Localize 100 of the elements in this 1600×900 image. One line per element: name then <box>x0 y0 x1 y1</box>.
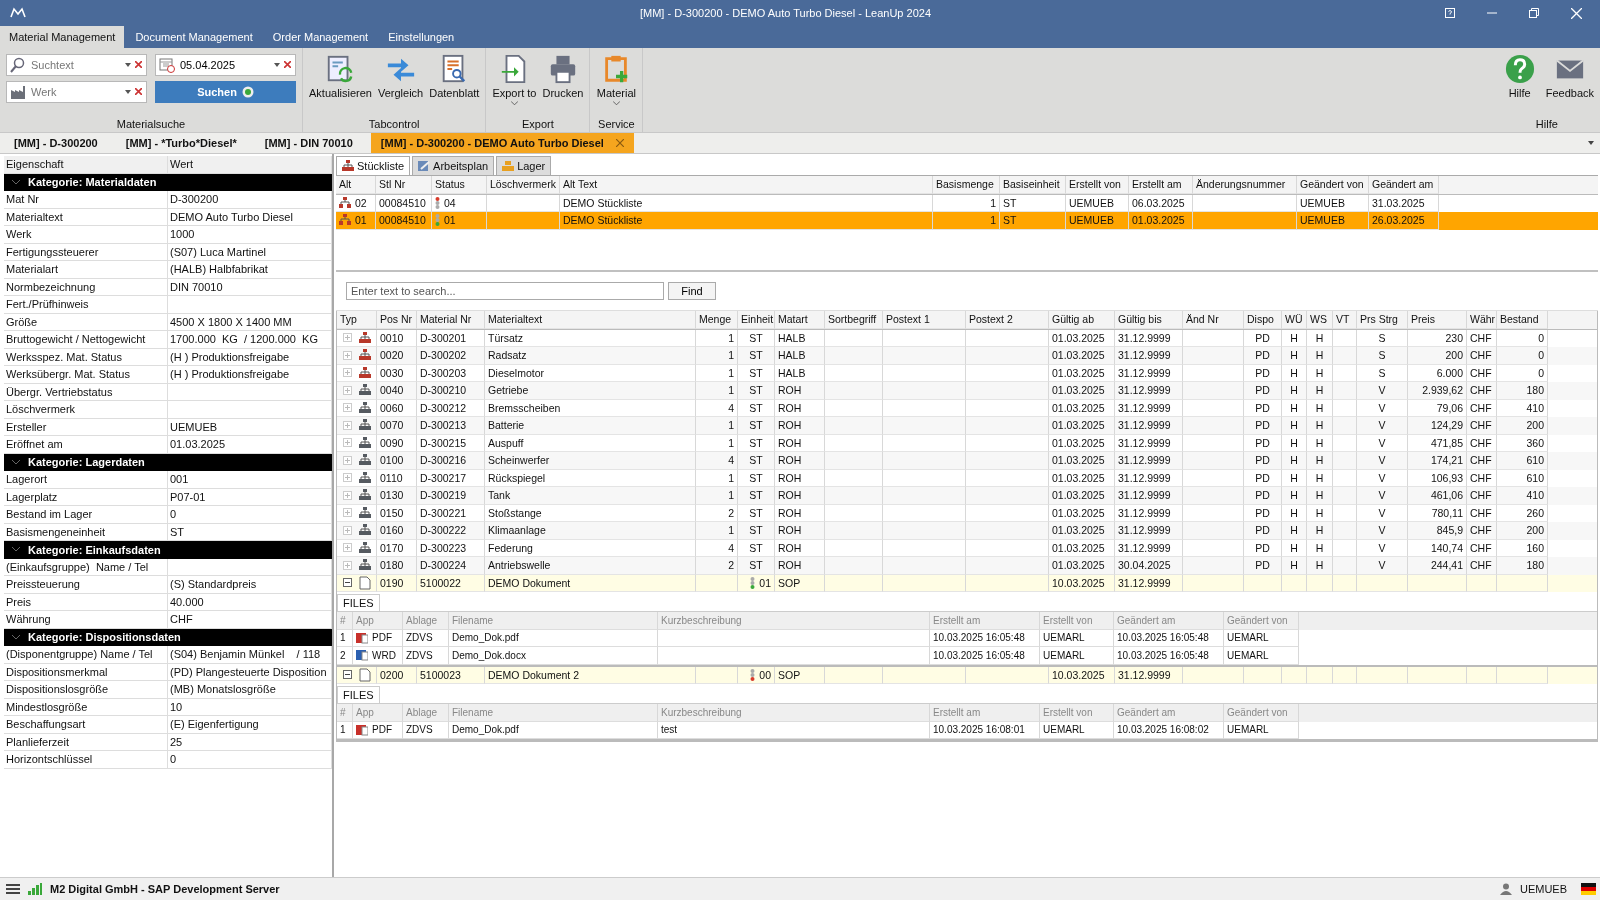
property-label: Bestand im Lager <box>4 506 168 523</box>
table-cell <box>825 417 883 435</box>
column-header: Postext 2 <box>966 311 1049 329</box>
table-cell <box>1333 666 1357 684</box>
column-header: Wert <box>168 156 332 173</box>
table-cell: 2 <box>337 647 353 665</box>
property-label: Ersteller <box>4 418 168 435</box>
date-field[interactable]: 05.04.2025 <box>155 54 296 76</box>
sub-tab[interactable]: Stückliste <box>336 156 411 175</box>
table-cell: 0190 <box>377 574 417 592</box>
chevron-icon[interactable] <box>12 179 20 185</box>
window-title: [MM] - D-300200 - DEMO Auto Turbo Diesel - LeanUp 2024 <box>639 7 932 19</box>
table-cell: 0040 <box>377 382 417 400</box>
table-cell: 01.03.2025 <box>1049 522 1115 540</box>
table-cell <box>825 347 883 365</box>
table-row[interactable]: 01 00084510 01 DEMO Stückliste 1 ST UEMUEB 01.03.2025 UEMUEB 26.03.2025 <box>336 212 1598 230</box>
expand-toggle-icon[interactable] <box>343 578 352 588</box>
ribbon-tab[interactable]: Material Management <box>0 26 125 48</box>
table-cell <box>1467 574 1497 592</box>
menu-icon[interactable] <box>6 883 20 895</box>
property-value: ST <box>168 523 332 540</box>
table-cell: D-300202 <box>417 347 485 365</box>
caret-icon[interactable] <box>125 63 131 67</box>
property-value: (S) Standardpreis <box>168 576 332 593</box>
column-header: Geändert am <box>1114 704 1224 722</box>
table-cell: H <box>1307 522 1333 540</box>
table-cell <box>825 487 883 505</box>
ribbon-button[interactable]: Vergleich <box>376 52 426 101</box>
document-tab[interactable]: [MM] - *Turbo*Diesel* <box>115 133 247 153</box>
document-tab[interactable]: [MM] - D-300200 - DEMO Auto Turbo Diesel <box>370 133 634 153</box>
ribbon-button[interactable]: Aktualisieren <box>307 52 374 101</box>
document-tab[interactable]: [MM] - D-300200 <box>4 133 108 153</box>
find-field[interactable]: Enter text to search... <box>346 282 664 300</box>
table-cell: 0180 <box>377 557 417 575</box>
property-value: D-300200 <box>168 191 332 208</box>
chevron-icon[interactable] <box>12 459 20 465</box>
files-tab[interactable]: FILES <box>337 594 380 611</box>
ribbon-button[interactable]: Drucken <box>540 52 586 108</box>
property-label: Eröffnet am <box>4 436 168 453</box>
boxes-icon <box>502 160 515 172</box>
ribbon-tab[interactable]: Document Management <box>126 26 262 48</box>
table-cell: 845,9 <box>1408 522 1467 540</box>
clear-icon[interactable] <box>284 61 291 68</box>
restore-icon[interactable] <box>1529 8 1539 18</box>
table-cell: 1 <box>696 417 738 435</box>
table-cell: Getriebe <box>485 382 696 400</box>
ribbon-button[interactable]: Export to <box>490 52 539 108</box>
table-cell: UEMARL <box>1224 721 1299 739</box>
clear-icon[interactable] <box>135 61 142 68</box>
cell-text: PDF <box>372 724 392 736</box>
table-cell <box>1357 666 1408 684</box>
property-label: Dispositionslosgröße <box>4 681 168 698</box>
property-label: Materialart <box>4 261 168 278</box>
search-button[interactable]: Suchen <box>155 81 296 103</box>
table-cell: Demo_Dok.docx <box>449 647 658 665</box>
sub-tab[interactable]: Arbeitsplan <box>412 156 495 175</box>
ribbon-tab[interactable]: Einstellungen <box>379 26 464 48</box>
plant-field[interactable]: Werk <box>6 81 147 103</box>
ribbon-button[interactable]: Material <box>594 52 639 108</box>
caret-icon[interactable] <box>125 90 131 94</box>
expand-toggle-icon[interactable] <box>343 670 352 680</box>
search-field[interactable]: Suchtext <box>6 54 147 76</box>
ribbon-tab[interactable]: Order Management <box>263 26 378 48</box>
table-cell: 10.03.2025 <box>1049 574 1115 592</box>
table-cell: D-300219 <box>417 487 485 505</box>
column-header: Gültig bis <box>1115 311 1183 329</box>
find-button[interactable]: Find <box>668 282 716 300</box>
ribbon-button[interactable]: Datenblatt <box>427 52 482 101</box>
table-cell: 01.03.2025 <box>1049 382 1115 400</box>
table-cell: 30.04.2025 <box>1115 557 1183 575</box>
category-row[interactable]: Kategorie: Einkaufsdaten <box>4 541 332 559</box>
chevron-icon[interactable] <box>12 634 20 640</box>
property-label: Lagerort <box>4 471 168 488</box>
table-cell: H <box>1282 452 1307 470</box>
clear-icon[interactable] <box>135 88 142 95</box>
column-header: Erstellt von <box>1040 704 1114 722</box>
cell-text: 01 <box>355 214 367 227</box>
signal-bars-icon <box>28 883 42 895</box>
caret-icon[interactable] <box>1588 141 1594 145</box>
column-header: Geändert am <box>1114 612 1224 630</box>
table-cell: DEMO Stückliste <box>560 212 933 230</box>
document-tab[interactable]: [MM] - DIN 70010 <box>254 133 363 153</box>
ribbon-button[interactable]: Hilfe <box>1497 52 1542 101</box>
chevron-icon[interactable] <box>12 547 20 553</box>
ribbon-button[interactable]: Feedback <box>1543 52 1596 101</box>
files-tab[interactable]: FILES <box>337 686 380 703</box>
table-cell <box>1333 487 1357 505</box>
help-box-icon[interactable] <box>1445 8 1455 18</box>
column-header: App <box>353 704 403 722</box>
close-icon[interactable] <box>615 139 624 147</box>
table-cell <box>1183 487 1244 505</box>
sub-tab[interactable]: Lager <box>496 156 552 175</box>
property-value: UEMUEB <box>168 418 332 435</box>
property-label: Basismengeneinheit <box>4 523 168 540</box>
table-cell: 10.03.2025 16:05:48 <box>1114 629 1224 647</box>
table-cell <box>1183 666 1244 684</box>
group-label: Tabcontrol <box>367 118 421 130</box>
table-cell: ROH <box>775 382 825 400</box>
dropdown-caret-icon <box>510 101 518 106</box>
caret-icon[interactable] <box>274 63 280 67</box>
